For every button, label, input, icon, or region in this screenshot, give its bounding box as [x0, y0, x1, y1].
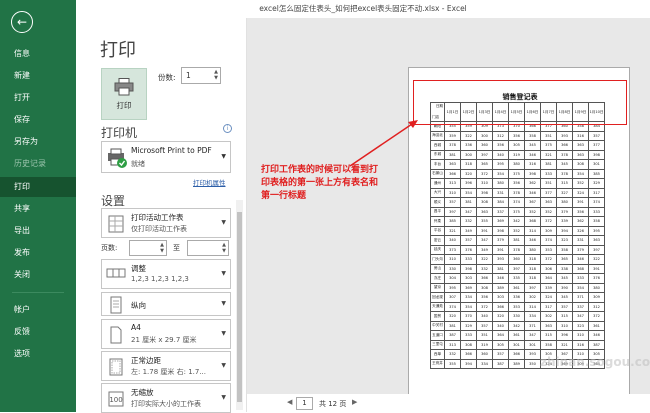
current-page-input[interactable]: 1	[296, 397, 313, 410]
total-pages: 共 12 页	[319, 400, 347, 408]
prev-page-icon[interactable]: ◀	[287, 398, 292, 406]
annotation-text: 打印工作表的时候可以看到打印表格的第一张上方有表名和第一行标题	[261, 165, 379, 201]
watermark: zhinan.sogou.com	[540, 355, 650, 369]
annotation-arrow	[349, 120, 418, 167]
next-page-icon[interactable]: ▶	[352, 398, 357, 406]
